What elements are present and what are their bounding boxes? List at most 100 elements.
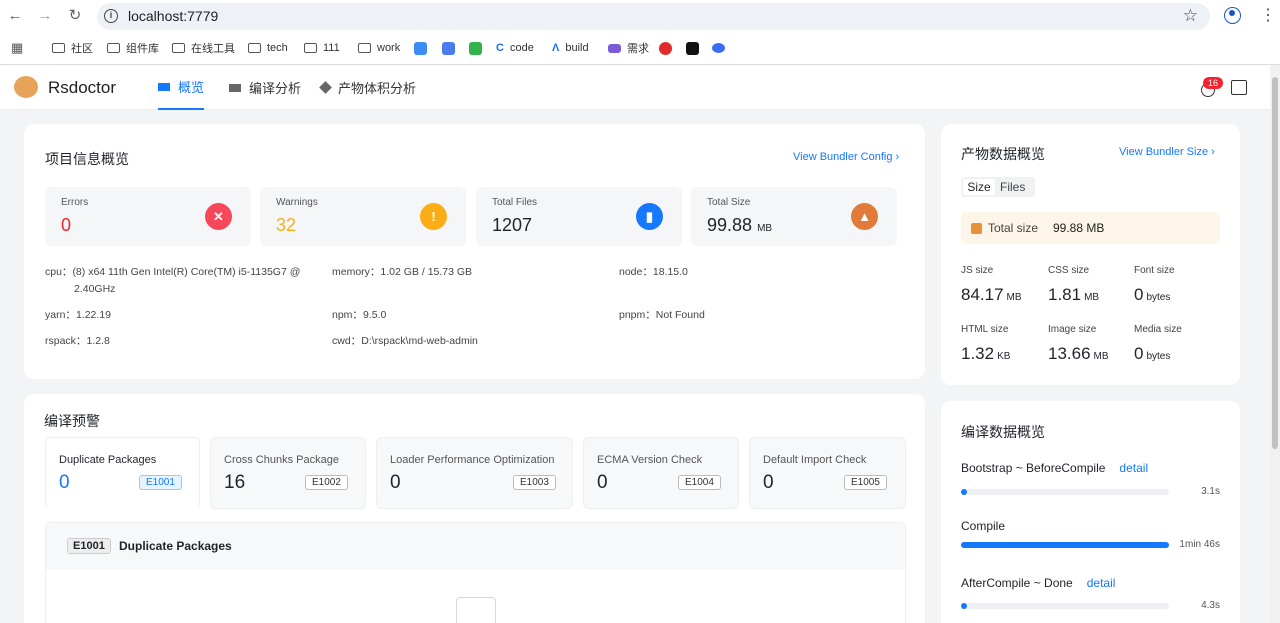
size-files-toggle: Size Files — [961, 177, 1035, 197]
back-icon[interactable]: ← — [5, 6, 25, 26]
site-info-icon[interactable]: i — [104, 9, 118, 23]
warning-tab-loader-performance[interactable]: Loader Performance Optimization 0 E1003 — [376, 437, 573, 509]
bookmark-label: build — [565, 42, 589, 54]
env-memory: memory：1.02 GB / 15.73 GB — [332, 266, 473, 278]
css-size-value: 1.81 MB — [1048, 285, 1100, 304]
media-size-label: Media size — [1134, 324, 1182, 335]
warning-tab-code: E1001 — [139, 475, 182, 490]
address-bar[interactable]: i localhost:7779 ☆ — [97, 3, 1210, 30]
env-cwd: cwd：D:\rspack\md-web-admin — [332, 335, 478, 347]
image-plus-icon[interactable] — [1231, 80, 1247, 95]
reload-icon[interactable]: ↻ — [65, 6, 85, 26]
compile-icon — [229, 83, 241, 92]
edit-icon — [442, 41, 455, 55]
bookmark-folder[interactable]: work — [358, 39, 400, 57]
js-size-value: 84.17 MB — [961, 285, 1022, 304]
warning-tab-name: Cross Chunks Package — [224, 454, 339, 466]
apps-grid-icon[interactable]: ▦ — [11, 39, 23, 57]
folder-icon — [172, 43, 185, 53]
bookmark-sheet[interactable] — [469, 39, 482, 57]
tab-label: 编译分析 — [249, 81, 302, 96]
bookmark-label: work — [377, 42, 401, 54]
html-size-label: HTML size — [961, 324, 1009, 335]
warning-tab-cross-chunks[interactable]: Cross Chunks Package 16 E1002 — [210, 437, 366, 509]
env-pnpm: pnpm：Not Found — [619, 309, 705, 321]
chevron-right-icon: › — [1211, 146, 1215, 158]
menu-icon[interactable]: ⋮ — [1260, 5, 1276, 25]
bookmark-star-icon[interactable]: ☆ — [1183, 6, 1198, 26]
box-icon — [971, 223, 982, 234]
bookmark-folder[interactable]: 社区 — [52, 39, 93, 57]
bookmark-bird[interactable] — [712, 39, 725, 57]
warning-tab-name: Duplicate Packages — [59, 454, 157, 466]
warning-tab-duplicate-packages[interactable]: Duplicate Packages 0 E1001 — [45, 437, 200, 509]
phase-bootstrap: Bootstrap ~ BeforeCompile detail — [961, 461, 1149, 475]
warning-tab-code: E1002 — [305, 475, 348, 490]
compile-warnings-title: 编译预警 — [44, 413, 100, 429]
media-size-value: 0 bytes — [1134, 344, 1171, 363]
stat-value: 0 — [61, 215, 72, 235]
file-icon: ▮ — [636, 203, 663, 230]
profile-icon[interactable] — [1224, 7, 1241, 24]
bookmark-label: tech — [267, 42, 288, 54]
bookmark-code[interactable]: Ccode — [496, 39, 534, 57]
warning-tab-name: ECMA Version Check — [597, 454, 703, 466]
tab-bundle-size[interactable]: 产物体积分析 — [319, 65, 417, 110]
bookmark-label: 111 — [323, 42, 340, 54]
warning-tab-name: Default Import Check — [763, 454, 867, 466]
bookmark-edit[interactable] — [442, 39, 455, 57]
compile-data-title: 编译数据概览 — [961, 424, 1045, 440]
app-header: Rsdoctor 概览 编译分析 产物体积分析 16 — [0, 65, 1270, 110]
code-icon: C — [496, 42, 504, 54]
toggle-files[interactable]: Files — [1000, 179, 1025, 195]
bookmark-netease[interactable] — [659, 39, 672, 57]
bookmark-build[interactable]: Λbuild — [552, 39, 589, 57]
html-size-value: 1.32 KB — [961, 344, 1011, 363]
build-icon: Λ — [552, 42, 560, 54]
stat-label: Total Size — [707, 197, 751, 208]
warning-tab-code: E1003 — [513, 475, 556, 490]
env-npm: npm：9.5.0 — [332, 309, 387, 321]
chevron-right-icon: › — [895, 151, 900, 163]
bookmark-folder[interactable]: 111 — [304, 39, 340, 57]
box-icon — [319, 81, 332, 94]
stat-value: 1207 — [492, 215, 533, 235]
warning-tab-default-import[interactable]: Default Import Check 0 E1005 — [749, 437, 906, 509]
translate-icon — [414, 41, 427, 55]
bookmark-k[interactable] — [686, 39, 699, 57]
stat-value: 32 — [276, 215, 297, 235]
view-bundler-config-link[interactable]: View Bundler Config › — [793, 151, 899, 163]
bookmark-translate[interactable] — [414, 39, 427, 57]
warning-tab-count: 0 — [763, 472, 774, 493]
flask-icon: ▲ — [851, 203, 878, 230]
folder-icon — [248, 43, 261, 53]
toggle-size[interactable]: Size — [963, 179, 995, 195]
js-size-label: JS size — [961, 265, 994, 276]
phase-bar-fill — [961, 542, 1169, 548]
tab-overview[interactable]: 概览 — [158, 65, 205, 110]
bookmark-requirements[interactable]: 需求 — [608, 39, 649, 57]
tab-label: 产物体积分析 — [338, 81, 417, 96]
image-size-value: 13.66 MB — [1048, 344, 1109, 363]
browser-chrome: ← → ↻ i localhost:7779 ☆ ⋮ ▦ 社区 组件库 在线工具… — [0, 0, 1280, 65]
link-label: View Bundler Config — [793, 151, 893, 163]
bookmark-folder[interactable]: tech — [248, 39, 288, 57]
stat-label: Warnings — [276, 197, 318, 208]
stat-warnings: Warnings 32 ! — [260, 187, 466, 246]
warning-tab-count: 0 — [597, 472, 608, 493]
bookmark-label: code — [509, 42, 534, 54]
scrollbar-thumb[interactable] — [1272, 77, 1278, 449]
warning-tab-ecma-version[interactable]: ECMA Version Check 0 E1004 — [583, 437, 739, 509]
folder-icon — [304, 43, 317, 53]
scrollbar[interactable] — [1270, 65, 1280, 623]
detail-link[interactable]: detail — [1087, 576, 1116, 590]
bookmark-label: 在线工具 — [191, 43, 235, 55]
bookmark-folder[interactable]: 在线工具 — [172, 39, 235, 57]
forward-icon[interactable]: → — [35, 6, 55, 26]
url-text[interactable]: localhost:7779 — [128, 8, 218, 24]
tab-compile-analysis[interactable]: 编译分析 — [229, 65, 301, 110]
phase-bar — [961, 489, 1169, 495]
bookmark-folder[interactable]: 组件库 — [107, 39, 159, 57]
view-bundler-size-link[interactable]: View Bundler Size › — [1119, 146, 1215, 158]
detail-link[interactable]: detail — [1119, 461, 1148, 475]
